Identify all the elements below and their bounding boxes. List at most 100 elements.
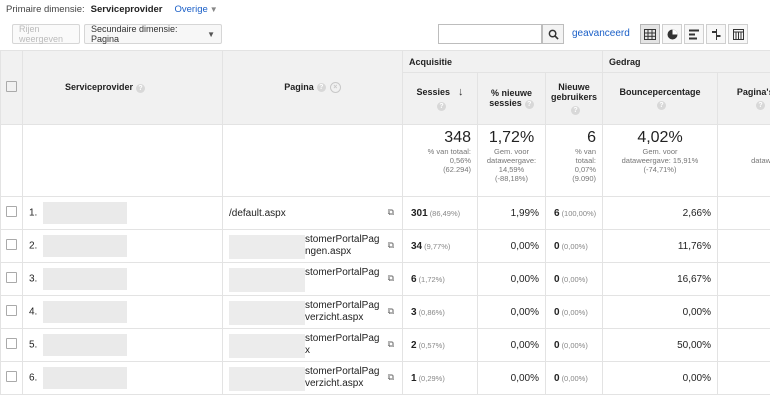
provider-cell: 1. (22, 196, 223, 230)
table-row: 4. stomerPortalPag verzicht.aspx ⧉ 3 (0,86%) 0… (0, 295, 770, 329)
redacted-provider[interactable] (43, 301, 128, 323)
redacted-page-prefix (229, 301, 305, 325)
new-users-cell: 0 (0,00%) (545, 361, 603, 395)
table-row: 1. /default.aspx ⧉ 301 (86,49%) 1,99% 6 (100,00… (0, 196, 770, 230)
dimension-other-dropdown[interactable]: Overige (175, 4, 208, 15)
redacted-provider[interactable] (43, 202, 128, 224)
search-button[interactable] (542, 24, 564, 44)
redacted-page-prefix (229, 235, 305, 259)
header-serviceprovider[interactable]: Serviceprovider? (22, 50, 223, 125)
new-sessions-cell: 0,00% (477, 361, 546, 395)
row-checkbox-cell (0, 328, 23, 362)
table-toolbar: Rijen weergeven Secundaire dimensie: Pag… (0, 20, 770, 48)
header-pages-per-session[interactable]: Pagina's/s? (716, 72, 770, 125)
header-new-users-label: Nieuwe gebruikers (550, 82, 598, 103)
header-bounce-label: Bouncepercentage (619, 87, 701, 98)
header-sessions-label: Sessies (416, 87, 451, 98)
header-bounce-rate[interactable]: Bouncepercentage? (602, 72, 718, 125)
redacted-provider[interactable] (43, 334, 128, 356)
provider-cell: 3. (22, 262, 223, 296)
dimension-serviceprovider[interactable]: Serviceprovider (91, 4, 163, 15)
new-sessions-cell: 0,00% (477, 328, 546, 362)
external-link-icon[interactable]: ⧉ (388, 273, 394, 284)
total-bounce: 4,02% Gem. voor dataweergave: 15,91% (-7… (602, 124, 718, 197)
secondary-dimension-dropdown[interactable]: Secundaire dimensie: Pagina ▼ (84, 24, 222, 44)
table-row: 6. stomerPortalPag verzicht.aspx ⧉ 1 (0,29%) 0… (0, 361, 770, 395)
page-link[interactable]: /default.aspx (229, 208, 286, 220)
help-icon[interactable]: ? (657, 100, 666, 110)
external-link-icon[interactable]: ⧉ (388, 240, 394, 251)
row-checkbox[interactable] (6, 239, 17, 250)
row-checkbox-cell (0, 295, 23, 329)
row-checkbox[interactable] (6, 305, 17, 316)
show-rows-button[interactable]: Rijen weergeven (12, 24, 80, 44)
view-pie-button[interactable] (662, 24, 682, 44)
page-link[interactable]: stomerPortalPag (305, 267, 379, 279)
table-row: 2. stomerPortalPag ngen.aspx ⧉ 34 (9,77%) 0,00… (0, 229, 770, 263)
external-link-icon[interactable]: ⧉ (388, 339, 394, 350)
row-checkbox[interactable] (6, 338, 17, 349)
row-index: 2. (29, 240, 38, 252)
row-checkbox-cell (0, 229, 23, 263)
sessions-cell: 3 (0,86%) (402, 295, 478, 329)
help-icon[interactable]: ? (571, 105, 580, 115)
view-table-button[interactable] (640, 24, 660, 44)
advanced-filter-link[interactable]: geavanceerd (572, 28, 630, 39)
provider-cell: 4. (22, 295, 223, 329)
header-new-sessions[interactable]: % nieuwe sessies? (477, 72, 546, 125)
page-link[interactable]: stomerPortalPag x (305, 333, 379, 357)
row-index: 4. (29, 306, 38, 318)
external-link-icon[interactable]: ⧉ (388, 306, 394, 317)
pages-per-cell (716, 196, 770, 230)
bounce-cell: 0,00% (602, 295, 718, 329)
bounce-cell: 0,00% (602, 361, 718, 395)
page-cell: stomerPortalPag x ⧉ (222, 328, 403, 362)
header-sessions[interactable]: Sessies ↓? (402, 72, 478, 125)
table-row: 5. stomerPortalPag x ⧉ 2 (0,57%) 0,00% 0 (0,00%)… (0, 328, 770, 362)
help-icon[interactable]: ? (756, 100, 765, 110)
new-sessions-cell: 1,99% (477, 196, 546, 230)
total-new-sessions: 1,72% Gem. voor dataweergave: 14,59% (-8… (477, 124, 546, 197)
new-sessions-cell: 0,00% (477, 229, 546, 263)
row-checkbox[interactable] (6, 371, 17, 382)
chevron-down-icon: ▼ (207, 29, 215, 39)
help-icon[interactable]: ? (524, 99, 534, 109)
sessions-cell: 6 (1,72%) (402, 262, 478, 296)
provider-cell: 2. (22, 229, 223, 263)
header-new-users[interactable]: Nieuwe gebruikers? (545, 72, 603, 125)
row-index: 6. (29, 372, 38, 384)
page-link[interactable]: stomerPortalPag verzicht.aspx (305, 366, 379, 390)
row-checkbox[interactable] (6, 272, 17, 283)
external-link-icon[interactable]: ⧉ (388, 207, 394, 218)
total-pages-per: Ge dataweergav ( (716, 124, 770, 197)
external-link-icon[interactable]: ⧉ (388, 372, 394, 383)
page-link[interactable]: stomerPortalPag ngen.aspx (305, 234, 379, 258)
pivot-icon (732, 28, 744, 40)
select-all-checkbox[interactable] (6, 81, 17, 92)
row-checkbox-cell (0, 196, 23, 230)
table-search-input[interactable] (438, 24, 542, 44)
help-icon[interactable]: ? (437, 101, 446, 111)
help-icon[interactable]: ? (136, 83, 146, 93)
bounce-cell: 2,66% (602, 196, 718, 230)
header-page-label: Pagina (284, 81, 314, 92)
primary-dimension-label: Primaire dimensie: (6, 3, 85, 15)
bounce-cell: 11,76% (602, 229, 718, 263)
page-link[interactable]: stomerPortalPag verzicht.aspx (305, 300, 379, 324)
redacted-provider[interactable] (43, 235, 128, 257)
page-cell: stomerPortalPag verzicht.aspx ⧉ (222, 361, 403, 395)
remove-dimension-icon[interactable]: × (329, 82, 341, 94)
redacted-page-prefix (229, 268, 305, 292)
view-comparison-button[interactable] (706, 24, 726, 44)
table-row: 3. stomerPortalPag ⧉ 6 (1,72%) 0,00% 0 (0,00%) 1… (0, 262, 770, 296)
redacted-provider[interactable] (43, 367, 128, 389)
new-sessions-cell: 0,00% (477, 262, 546, 296)
row-checkbox[interactable] (6, 206, 17, 217)
view-performance-button[interactable] (684, 24, 704, 44)
bounce-cell: 16,67% (602, 262, 718, 296)
secondary-dimension-label: Secundaire dimensie: Pagina (91, 24, 178, 44)
redacted-provider[interactable] (43, 268, 128, 290)
header-page[interactable]: Pagina? × (222, 50, 403, 125)
help-icon[interactable]: ? (316, 83, 326, 93)
view-pivot-button[interactable] (728, 24, 748, 44)
